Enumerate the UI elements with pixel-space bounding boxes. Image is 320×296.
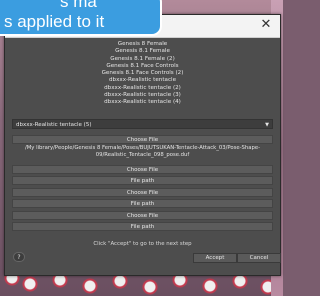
list-item[interactable]: dbxxx-Realistic tentacle (3) [11,92,274,99]
chevron-down-icon: ▼ [265,122,269,128]
node-list: Genesis 8 Female Genesis 8.1 Female Gene… [11,41,274,119]
file-path-field-3[interactable]: File path [12,199,273,208]
list-item[interactable]: Genesis 8 Female [11,41,274,48]
dialog-content: Genesis 8 Female Genesis 8.1 Female Gene… [5,38,281,275]
help-button[interactable]: ? [13,252,25,262]
list-item[interactable]: Genesis 8.1 Female [11,48,274,55]
close-icon[interactable]: ✕ [258,17,274,33]
list-item[interactable]: dbxxx-Realistic tentacle (4) [11,99,274,106]
file-path-field-4[interactable]: File path [12,222,273,231]
list-item[interactable]: Genesis 8.1 Face Controls (2) [11,70,274,77]
list-item[interactable]: dbxxx-Realistic tentacle (2) [11,85,274,92]
accept-button[interactable]: Accept [193,253,237,263]
list-item[interactable]: Genesis 8.1 Female (2) [11,56,274,63]
next-step-hint: Click "Accept" to go to the next step [93,241,192,247]
dropdown-value: dbxxx-Realistic tentacle (5) [16,122,92,128]
list-item[interactable]: dbxxx-Realistic tentacle [11,77,274,84]
selected-file-path: /My library/People/Genesis 8 Female/Pose… [24,145,261,158]
list-item[interactable]: Genesis 8.1 Face Controls [11,63,274,70]
node-select-dropdown[interactable]: dbxxx-Realistic tentacle (5) ▼ [12,119,273,129]
choose-file-button-4[interactable]: Choose File [12,211,273,220]
cancel-button[interactable]: Cancel [237,253,281,263]
tutorial-banner: s ma s applied to it [0,0,162,36]
banner-line-2: s applied to it [4,12,105,31]
file-chooser-dialog: ✕ Genesis 8 Female Genesis 8.1 Female Ge… [4,14,281,276]
choose-file-button-3[interactable]: Choose File [12,188,273,197]
choose-file-button-2[interactable]: Choose File [12,165,273,174]
banner-line-1: s ma [60,0,97,11]
choose-file-button-1[interactable]: Choose File [12,135,273,144]
file-path-field-2[interactable]: File path [12,176,273,185]
